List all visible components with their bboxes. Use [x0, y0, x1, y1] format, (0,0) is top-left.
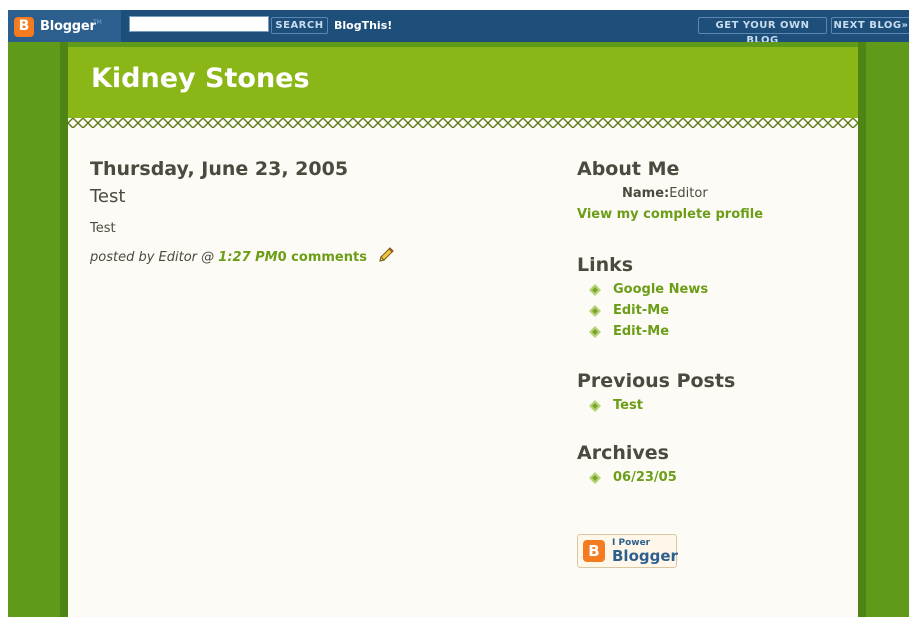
blogger-b-icon: B — [583, 540, 605, 562]
links-heading: Links — [577, 254, 634, 276]
previous-posts-heading: Previous Posts — [577, 370, 736, 392]
diamond-bullet-icon — [589, 326, 601, 338]
diamond-bullet-icon — [589, 305, 601, 317]
blogger-logo-text: Blogger — [40, 19, 96, 34]
link-edit-me[interactable]: Edit-Me — [613, 303, 669, 318]
comments-link[interactable]: 0 comments — [278, 250, 367, 265]
link-google-news[interactable]: Google News — [613, 282, 708, 297]
search-input[interactable] — [129, 16, 269, 32]
frame-shadow-right — [858, 42, 866, 617]
link-edit-me-2[interactable]: Edit-Me — [613, 324, 669, 339]
blog-title[interactable]: Kidney Stones — [91, 63, 310, 94]
blogger-b-icon: B — [14, 17, 34, 37]
posted-by-text: posted by Editor @ — [90, 250, 219, 265]
list-item: Google News — [589, 282, 847, 298]
previous-post-link[interactable]: Test — [613, 398, 643, 413]
archives-heading: Archives — [577, 442, 669, 464]
post-body: Test — [90, 221, 116, 236]
get-your-own-blog-button[interactable]: GET YOUR OWN BLOG — [698, 17, 827, 46]
name-value: Editor — [669, 186, 708, 201]
search-button[interactable]: SEARCH — [271, 17, 328, 34]
post-title: Test — [90, 186, 126, 207]
blogger-b-letter: B — [18, 18, 30, 34]
badge-b-letter: B — [588, 542, 600, 560]
trademark-mark: TM — [93, 19, 102, 26]
post-footer: posted by Editor @ 1:27 PM0 comments — [90, 246, 530, 265]
previous-posts-list: Test — [577, 398, 847, 414]
about-me-heading: About Me — [577, 158, 680, 180]
list-item: Edit-Me — [589, 324, 847, 340]
about-name: Name:Editor — [622, 186, 847, 201]
blogger-navbar: B Blogger TM SEARCH BlogThis! GET YOUR O… — [8, 10, 909, 46]
archive-link[interactable]: 06/23/05 — [613, 470, 677, 485]
main-column: Thursday, June 23, 2005 Test Test posted… — [90, 158, 530, 265]
blogthis-link[interactable]: BlogThis! — [334, 19, 392, 32]
name-label: Name: — [622, 186, 670, 201]
view-profile-link[interactable]: View my complete profile — [577, 207, 847, 222]
list-item: 06/23/05 — [589, 470, 847, 486]
sidebar: About Me Name:Editor View my complete pr… — [577, 158, 847, 568]
archives-list: 06/23/05 — [577, 470, 847, 486]
diamond-bullet-icon — [589, 284, 601, 296]
list-item: Edit-Me — [589, 303, 847, 319]
diamond-bullet-icon — [589, 472, 601, 484]
list-item: Test — [589, 398, 847, 414]
header-zigzag-border — [68, 118, 858, 128]
diamond-bullet-icon — [589, 400, 601, 412]
blogger-logo[interactable]: B Blogger TM — [8, 10, 121, 42]
frame-shadow-left — [60, 42, 68, 617]
content-area: Thursday, June 23, 2005 Test Test posted… — [68, 128, 858, 617]
powered-by-blogger-badge[interactable]: B I Power Blogger — [577, 534, 678, 568]
edit-pencil-icon[interactable] — [377, 246, 395, 264]
badge-big-text: Blogger — [612, 547, 678, 565]
page: B Blogger TM SEARCH BlogThis! GET YOUR O… — [0, 0, 909, 617]
links-list: Google News Edit-Me Edit-Me — [577, 282, 847, 340]
post-date: Thursday, June 23, 2005 — [90, 158, 349, 180]
blog-header: Kidney Stones — [68, 47, 858, 120]
next-blog-button[interactable]: NEXT BLOG» — [831, 17, 909, 34]
post-time-link[interactable]: 1:27 PM — [218, 250, 277, 265]
